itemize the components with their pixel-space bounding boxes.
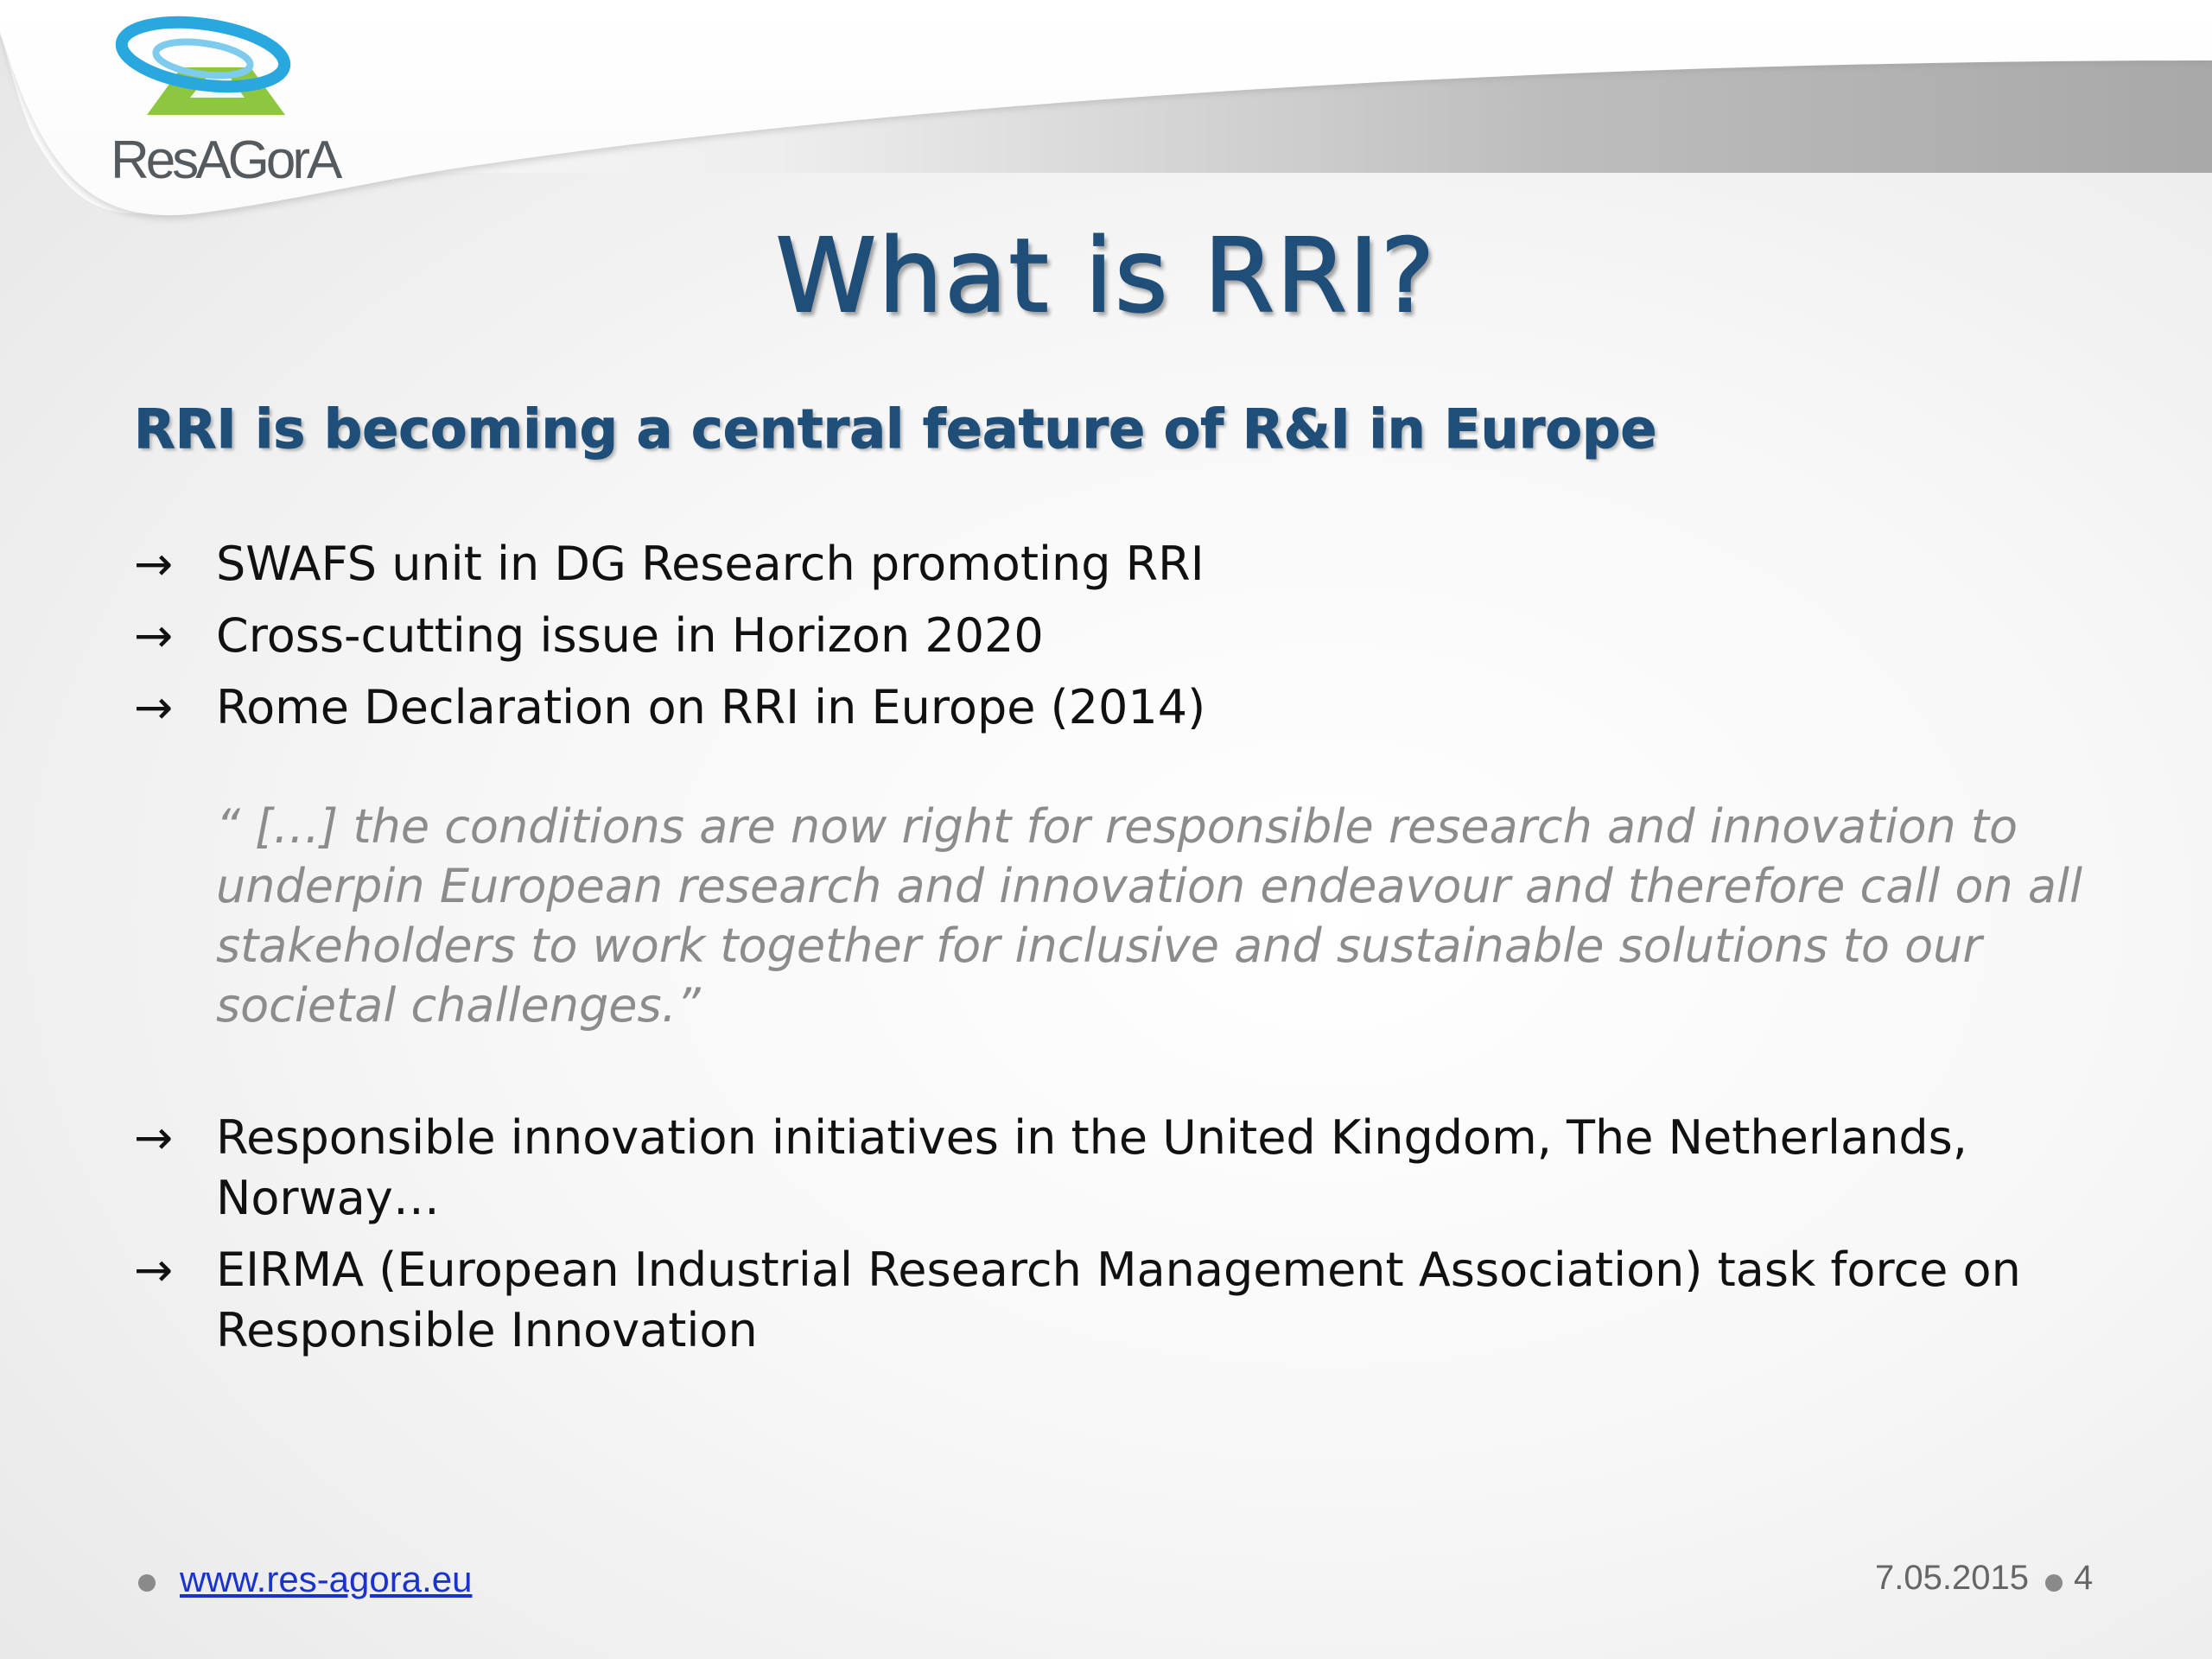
page-number: 4: [2074, 1559, 2094, 1597]
website-link[interactable]: www.res-agora.eu: [180, 1559, 472, 1600]
rome-declaration-quote: “ […] the conditions are now right for r…: [216, 799, 2082, 1033]
logo-text: ResAGorA: [111, 130, 342, 190]
bullet-text: Responsible innovation initiatives in th…: [216, 1110, 1967, 1225]
bullet-text: Cross-cutting issue in Horizon 2020: [216, 608, 1044, 663]
list-item: → Rome Declaration on RRI in Europe (201…: [134, 677, 2087, 738]
footer-bullet-icon: [138, 1574, 156, 1592]
list-item: → EIRMA (European Industrial Research Ma…: [134, 1240, 2087, 1361]
list-item: → Cross-cutting issue in Horizon 2020: [134, 606, 2087, 666]
arrow-right-icon: →: [134, 680, 174, 734]
bullet-list-bottom: → Responsible innovation initiatives in …: [134, 1108, 2087, 1372]
list-item: → Responsible innovation initiatives in …: [134, 1108, 2087, 1229]
bullet-list-top: → SWAFS unit in DG Research promoting RR…: [134, 534, 2087, 749]
bullet-text: Rome Declaration on RRI in Europe (2014): [216, 680, 1206, 734]
footer-separator-icon: [2045, 1574, 2063, 1592]
slide-subtitle: RRI is becoming a central feature of R&I…: [133, 397, 1657, 461]
slide-title: What is RRI?: [775, 215, 1437, 336]
arrow-right-icon: →: [134, 1243, 174, 1297]
bullet-text: SWAFS unit in DG Research promoting RRI: [216, 537, 1205, 591]
slide: ResAGorA What is RRI? RRI is becoming a …: [0, 0, 2212, 1659]
list-item: → SWAFS unit in DG Research promoting RR…: [134, 534, 2087, 594]
arrow-right-icon: →: [134, 608, 174, 663]
arrow-right-icon: →: [134, 1110, 174, 1165]
footer-date: 7.05.2015: [1875, 1559, 2029, 1597]
arrow-right-icon: →: [134, 537, 174, 591]
bullet-text: EIRMA (European Industrial Research Mana…: [216, 1243, 2021, 1357]
